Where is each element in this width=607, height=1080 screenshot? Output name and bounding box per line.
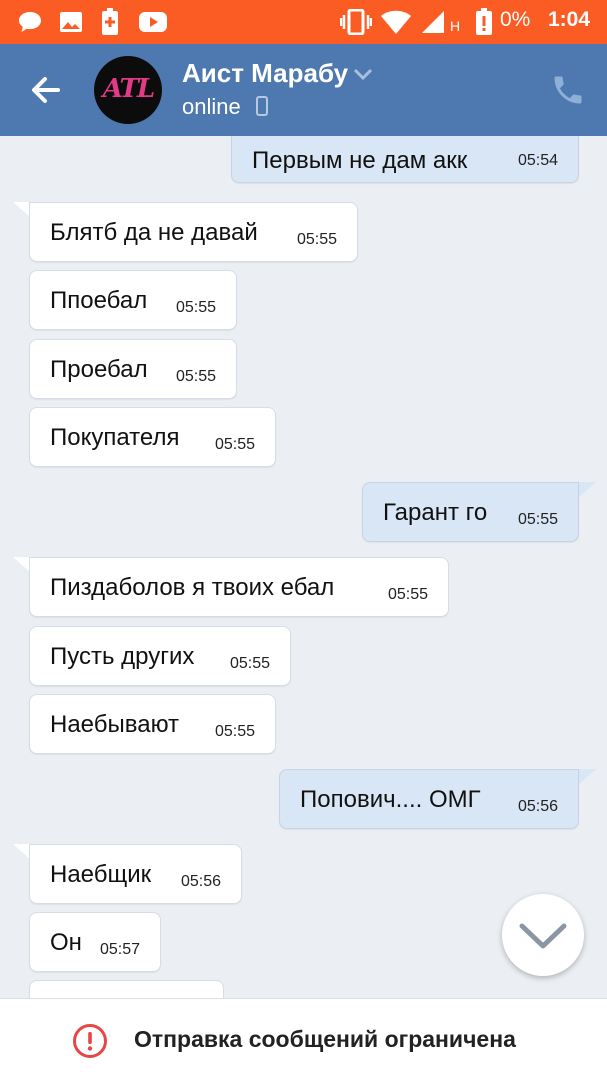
youtube-icon [138,9,168,35]
message-bubble-incoming[interactable]: Пиздаболов я твоих ебал 05:55 [29,557,449,617]
message-list[interactable]: Первым не дам акк 05:54 Блятб да не дава… [0,136,607,998]
alert-circle-icon [72,1023,108,1059]
scroll-down-button[interactable] [502,894,584,976]
message-bubble-outgoing[interactable]: Первым не дам акк 05:54 [231,136,579,183]
message-time: 05:56 [517,798,558,815]
message-text: Покупателя [50,424,180,451]
message-bubble-incoming[interactable]: Он 05:57 [29,912,161,972]
message-bubble-incoming[interactable]: Проебал 05:55 [29,339,237,399]
battery-alert-icon [474,8,494,35]
message-bubble-incoming[interactable]: Ппоебал 05:55 [29,270,237,330]
message-text: Ппоебал [50,287,148,314]
message-time: 05:55 [175,299,216,316]
message-time: 05:55 [296,231,337,248]
clock: 1:04 [548,8,591,31]
mobile-device-icon [256,96,268,116]
message-text: Попович.... ОМГ [300,786,481,813]
bubble-tail [578,482,596,498]
message-bubble-incoming[interactable]: Пусть других 05:55 [29,626,291,686]
image-icon [58,9,84,35]
message-text: Наебывают [50,711,180,738]
signal-icon [420,9,446,35]
message-time: 05:55 [214,436,255,453]
message-text: Пиздаболов я твоих ебал [50,574,335,601]
message-bubble-incoming[interactable]: Блятб да не давай 05:55 [29,202,358,262]
avatar-logo: ATL [102,74,155,104]
phone-call-icon[interactable] [550,72,586,108]
message-time: 05:55 [517,511,558,528]
message-bubble-incoming[interactable]: Наебщик 05:56 [29,844,242,904]
messaging-restricted-bar: Отправка сообщений ограничена [0,998,607,1080]
message-text: Он [50,929,82,956]
back-arrow-icon[interactable] [28,72,68,108]
avatar[interactable]: ATL [94,56,162,124]
chevron-down-icon [519,923,567,949]
battery-percent: 0% [500,8,531,31]
network-type-label: H [450,18,461,34]
message-text: Наебщик [50,861,152,888]
contact-name[interactable]: Аист Марабу [182,58,348,89]
message-bubble-outgoing[interactable]: Попович.... ОМГ 05:56 [279,769,579,829]
message-text: Блятб да не давай [50,219,258,246]
message-bubble-outgoing[interactable]: Гарант го 05:55 [362,482,579,542]
message-bubble-incoming[interactable]: Наебывают 05:55 [29,694,276,754]
vibrate-icon [340,9,372,35]
message-time: 05:55 [214,723,255,740]
message-time: 05:55 [229,655,270,672]
bubble-tail [578,769,596,785]
message-time: 05:55 [175,368,216,385]
message-time: 05:55 [387,586,428,603]
message-text: Первым не дам акк [252,147,468,174]
chevron-down-icon[interactable] [352,66,374,82]
message-text: Гарант го [383,499,488,526]
message-time: 05:57 [99,941,140,958]
chat-bubble-icon [16,9,44,35]
message-text: Пусть других [50,643,195,670]
wifi-icon [380,9,412,35]
message-bubble-incoming[interactable] [29,980,224,998]
battery-plus-icon [100,8,120,35]
chat-header: ATL Аист Марабу online [0,44,607,136]
status-bar: H 0% 1:04 [0,0,607,44]
message-bubble-incoming[interactable]: Покупателя 05:55 [29,407,276,467]
message-time: 05:56 [180,873,221,890]
message-text: Проебал [50,356,148,383]
restriction-notice: Отправка сообщений ограничена [134,1026,516,1052]
contact-status: online [182,94,241,119]
message-time: 05:54 [517,152,558,169]
